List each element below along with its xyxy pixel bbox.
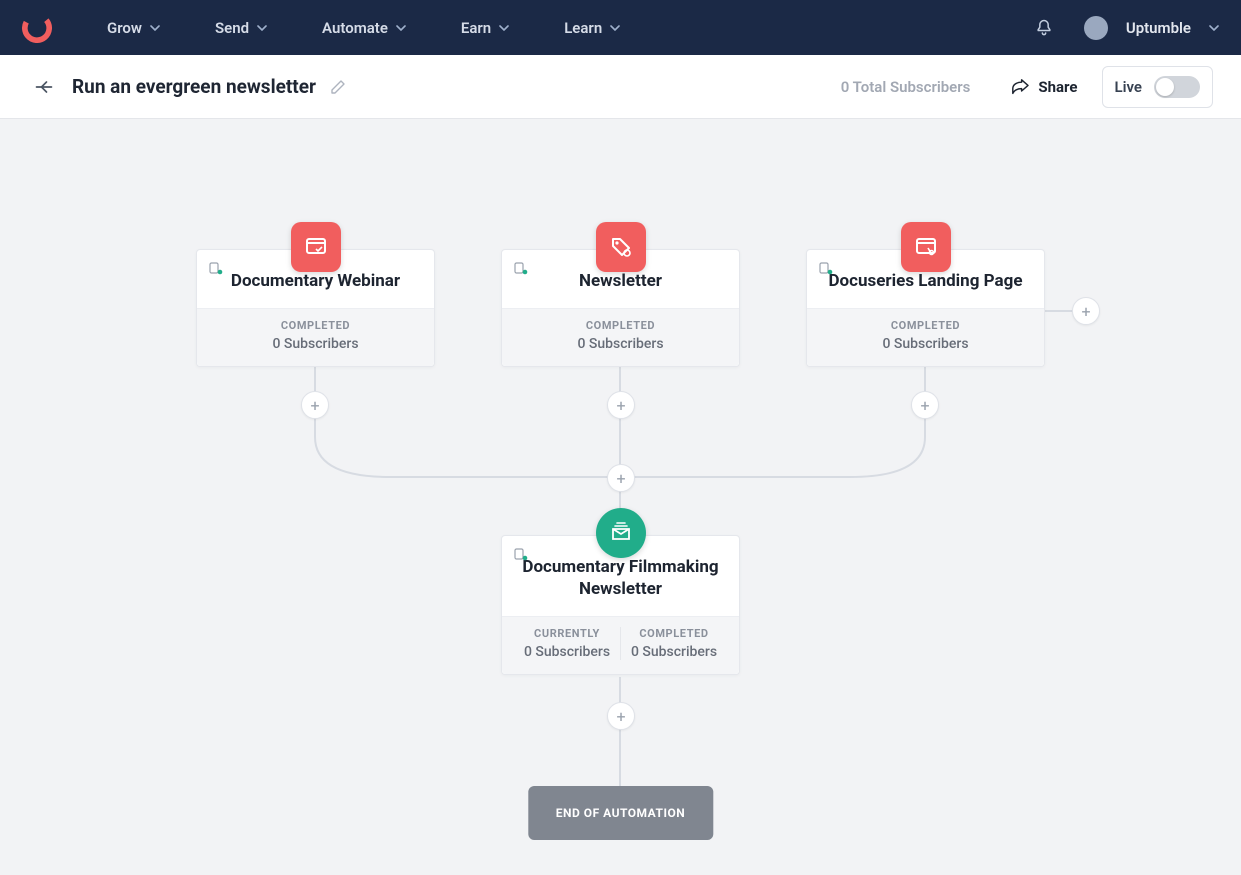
node-documentary-filmmaking-newsletter[interactable]: Documentary Filmmaking Newsletter CURREN… — [501, 535, 740, 675]
chevron-down-icon — [610, 25, 620, 31]
live-toggle[interactable] — [1154, 76, 1200, 98]
top-nav: Grow Send Automate Earn Learn Uptumble — [0, 0, 1241, 55]
status-dot-icon — [514, 548, 528, 562]
chevron-down-icon — [150, 25, 160, 31]
user-name: Uptumble — [1126, 19, 1191, 37]
nav-label: Earn — [461, 19, 491, 37]
status-dot-icon — [514, 262, 528, 276]
live-label: Live — [1115, 78, 1143, 96]
currently-label: CURRENTLY — [514, 627, 620, 640]
add-step-button[interactable]: + — [911, 391, 939, 419]
completed-value: 0 Subscribers — [514, 336, 727, 352]
nav-label: Learn — [564, 19, 602, 37]
nav-automate[interactable]: Automate — [322, 19, 406, 37]
node-docuseries-landing-page[interactable]: Docuseries Landing Page COMPLETED 0 Subs… — [806, 249, 1045, 367]
add-step-button[interactable]: + — [301, 391, 329, 419]
add-step-button[interactable]: + — [607, 391, 635, 419]
notifications-icon[interactable] — [1034, 18, 1054, 38]
node-title: Newsletter — [518, 270, 723, 292]
automation-canvas[interactable]: Documentary Webinar COMPLETED 0 Subscrib… — [0, 119, 1241, 875]
chevron-down-icon — [257, 25, 267, 31]
status-dot-icon — [209, 262, 223, 276]
nav-label: Grow — [107, 19, 142, 37]
back-arrow-icon[interactable] — [34, 77, 54, 97]
status-dot-icon — [819, 262, 833, 276]
node-title: Docuseries Landing Page — [823, 270, 1028, 292]
share-icon — [1010, 79, 1030, 95]
avatar — [1084, 16, 1108, 40]
node-title: Documentary Webinar — [213, 270, 418, 292]
completed-label: COMPLETED — [514, 319, 727, 332]
completed-value: 0 Subscribers — [209, 336, 422, 352]
total-subscribers: 0 Total Subscribers — [841, 78, 971, 96]
pencil-icon[interactable] — [330, 79, 346, 95]
live-toggle-box: Live — [1102, 66, 1214, 108]
share-label: Share — [1038, 78, 1077, 96]
add-step-button[interactable]: + — [607, 464, 635, 492]
nav-learn[interactable]: Learn — [564, 19, 620, 37]
node-newsletter[interactable]: Newsletter COMPLETED 0 Subscribers — [501, 249, 740, 367]
toggle-knob — [1156, 78, 1174, 96]
page-header: Run an evergreen newsletter 0 Total Subs… — [0, 55, 1241, 119]
user-menu[interactable]: Uptumble — [1084, 16, 1219, 40]
completed-label: COMPLETED — [621, 627, 727, 640]
node-documentary-webinar[interactable]: Documentary Webinar COMPLETED 0 Subscrib… — [196, 249, 435, 367]
share-button[interactable]: Share — [1010, 78, 1077, 96]
currently-value: 0 Subscribers — [514, 644, 620, 660]
completed-label: COMPLETED — [819, 319, 1032, 332]
end-of-automation: END OF AUTOMATION — [528, 786, 713, 840]
chevron-down-icon — [499, 25, 509, 31]
page-title: Run an evergreen newsletter — [72, 75, 316, 98]
nav-label: Automate — [322, 19, 388, 37]
add-entry-button[interactable]: + — [1072, 297, 1100, 325]
chevron-down-icon — [1209, 25, 1219, 31]
completed-value: 0 Subscribers — [621, 644, 727, 660]
nav-send[interactable]: Send — [215, 19, 267, 37]
brand-logo[interactable] — [22, 13, 52, 43]
nav-label: Send — [215, 19, 249, 37]
add-step-button[interactable]: + — [607, 702, 635, 730]
nav-earn[interactable]: Earn — [461, 19, 509, 37]
nav-grow[interactable]: Grow — [107, 19, 160, 37]
node-title: Documentary Filmmaking Newsletter — [518, 556, 723, 600]
completed-value: 0 Subscribers — [819, 336, 1032, 352]
completed-label: COMPLETED — [209, 319, 422, 332]
chevron-down-icon — [396, 25, 406, 31]
